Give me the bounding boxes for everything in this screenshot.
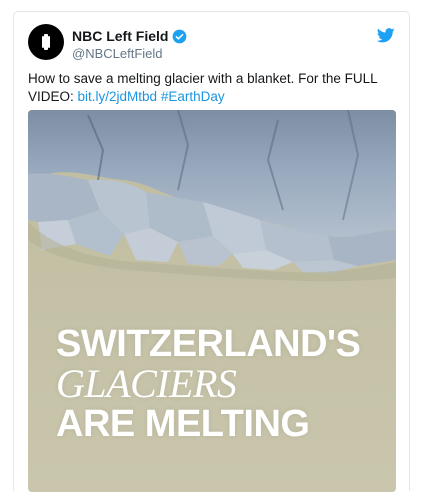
video-caption: SWITZERLAND'S GLACIERS ARE MELTING — [56, 323, 361, 445]
verified-badge-icon — [173, 29, 187, 43]
twitter-bird-icon[interactable] — [377, 28, 395, 43]
hashtag-link[interactable]: #EarthDay — [161, 89, 225, 104]
caption-line-1: SWITZERLAND'S — [56, 323, 361, 365]
caption-line-3: ARE MELTING — [56, 403, 310, 445]
video-media[interactable]: SWITZERLAND'S GLACIERS ARE MELTING — [28, 110, 396, 492]
caption-line-2: GLACIERS — [56, 361, 237, 406]
author-name-row: NBC Left Field — [72, 28, 187, 44]
tweet-card: NBC Left Field @NBCLeftField How to save… — [13, 11, 410, 492]
author-name[interactable]: NBC Left Field — [72, 28, 168, 44]
tweet-link[interactable]: bit.ly/2jdMtbd — [78, 89, 158, 104]
author-handle[interactable]: @NBCLeftField — [72, 46, 163, 61]
tweet-text: How to save a melting glacier with a bla… — [28, 70, 398, 106]
avatar[interactable] — [28, 24, 64, 60]
nbc-logo-icon — [42, 34, 50, 50]
